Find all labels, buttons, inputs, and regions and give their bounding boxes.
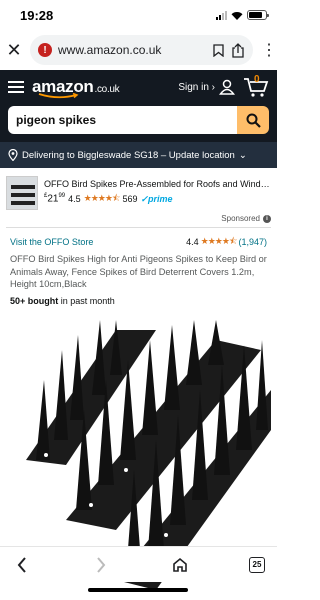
delivery-location-bar[interactable]: Delivering to Biggleswade SG18 – Update …	[0, 142, 277, 168]
hamburger-icon[interactable]	[8, 81, 24, 93]
tabs-icon[interactable]: 25	[249, 556, 265, 573]
amazon-logo[interactable]: amazon.co.uk	[32, 77, 120, 99]
star-rating-icon: ★★★★⯪	[200, 236, 238, 246]
more-menu-icon[interactable]: ⋮	[261, 40, 277, 60]
product-rating[interactable]: 4.4 ★★★★⯪ (1,947)	[186, 234, 267, 250]
sign-in-link[interactable]: Sign in ›	[178, 79, 235, 95]
prime-badge: ✓prime	[140, 193, 173, 204]
home-indicator	[88, 588, 188, 592]
status-time: 19:28	[20, 7, 54, 23]
status-bar: 19:28	[0, 0, 277, 30]
sponsored-label[interactable]: Sponsored i	[0, 214, 277, 227]
logo-tld: .co.uk	[94, 84, 120, 95]
status-icons	[216, 10, 269, 20]
search-section	[0, 104, 277, 142]
chevron-down-icon: ⌄	[238, 149, 247, 161]
share-icon[interactable]	[231, 42, 245, 58]
amazon-header: amazon.co.uk Sign in › 0	[0, 70, 277, 104]
bought-in-past-month: 50+ bought in past month	[10, 295, 115, 306]
star-rating-icon: ★★★★⯪	[83, 193, 121, 203]
browser-toolbar: ✕ ! www.amazon.co.uk ⋮	[0, 30, 277, 70]
back-arrow-icon[interactable]	[12, 555, 32, 575]
search-icon	[246, 113, 261, 128]
cellular-signal-icon	[216, 10, 227, 20]
search-bar	[8, 106, 269, 134]
location-pin-icon	[8, 149, 18, 161]
review-count: (1,947)	[238, 237, 267, 247]
store-link[interactable]: Visit the OFFO Store	[10, 237, 93, 247]
cart-count: 0	[254, 74, 260, 85]
search-button[interactable]	[237, 106, 269, 134]
delivery-text: Delivering to Biggleswade SG18 – Update …	[22, 149, 235, 161]
sign-in-label: Sign in ›	[178, 81, 215, 93]
product-info: Visit the OFFO Store 4.4 ★★★★⯪ (1,947) O…	[0, 228, 277, 306]
battery-icon	[247, 10, 269, 20]
sponsored-text: Sponsored	[221, 214, 260, 223]
sponsored-product-title[interactable]: OFFO Bird Spikes Pre-Assembled for Roofs…	[44, 179, 271, 189]
store-rating-row: Visit the OFFO Store 4.4 ★★★★⯪ (1,947)	[10, 234, 267, 250]
browser-bottom-bar: 25	[0, 546, 277, 582]
url-text[interactable]: www.amazon.co.uk	[58, 43, 205, 57]
search-input[interactable]	[8, 106, 237, 134]
address-bar[interactable]: ! www.amazon.co.uk	[30, 35, 253, 65]
sponsored-product-meta: £2199 4.5 ★★★★⯪ 569 ✓prime	[44, 191, 271, 207]
info-icon: i	[263, 214, 271, 223]
rating-value: 4.4	[186, 237, 199, 247]
sponsored-product[interactable]: OFFO Bird Spikes Pre-Assembled for Roofs…	[0, 168, 277, 214]
product-title: OFFO Bird Spikes High for Anti Pigeons S…	[10, 254, 267, 289]
sponsored-product-thumbnail[interactable]	[6, 176, 38, 210]
sponsored-product-info: OFFO Bird Spikes Pre-Assembled for Roofs…	[44, 179, 271, 207]
wifi-icon	[231, 11, 243, 20]
sponsored-rating: 4.5	[68, 194, 81, 204]
bookmark-icon[interactable]	[211, 42, 225, 58]
logo-smile-icon	[38, 93, 79, 99]
sponsored-price: £2199	[44, 193, 66, 205]
sponsored-review-count: 569	[122, 194, 138, 204]
warning-icon[interactable]: !	[38, 43, 52, 57]
cart-button[interactable]: 0	[243, 74, 269, 98]
home-icon[interactable]	[170, 555, 190, 575]
account-icon	[219, 79, 235, 95]
forward-arrow-icon[interactable]	[91, 555, 111, 575]
close-icon[interactable]: ✕	[6, 40, 22, 61]
